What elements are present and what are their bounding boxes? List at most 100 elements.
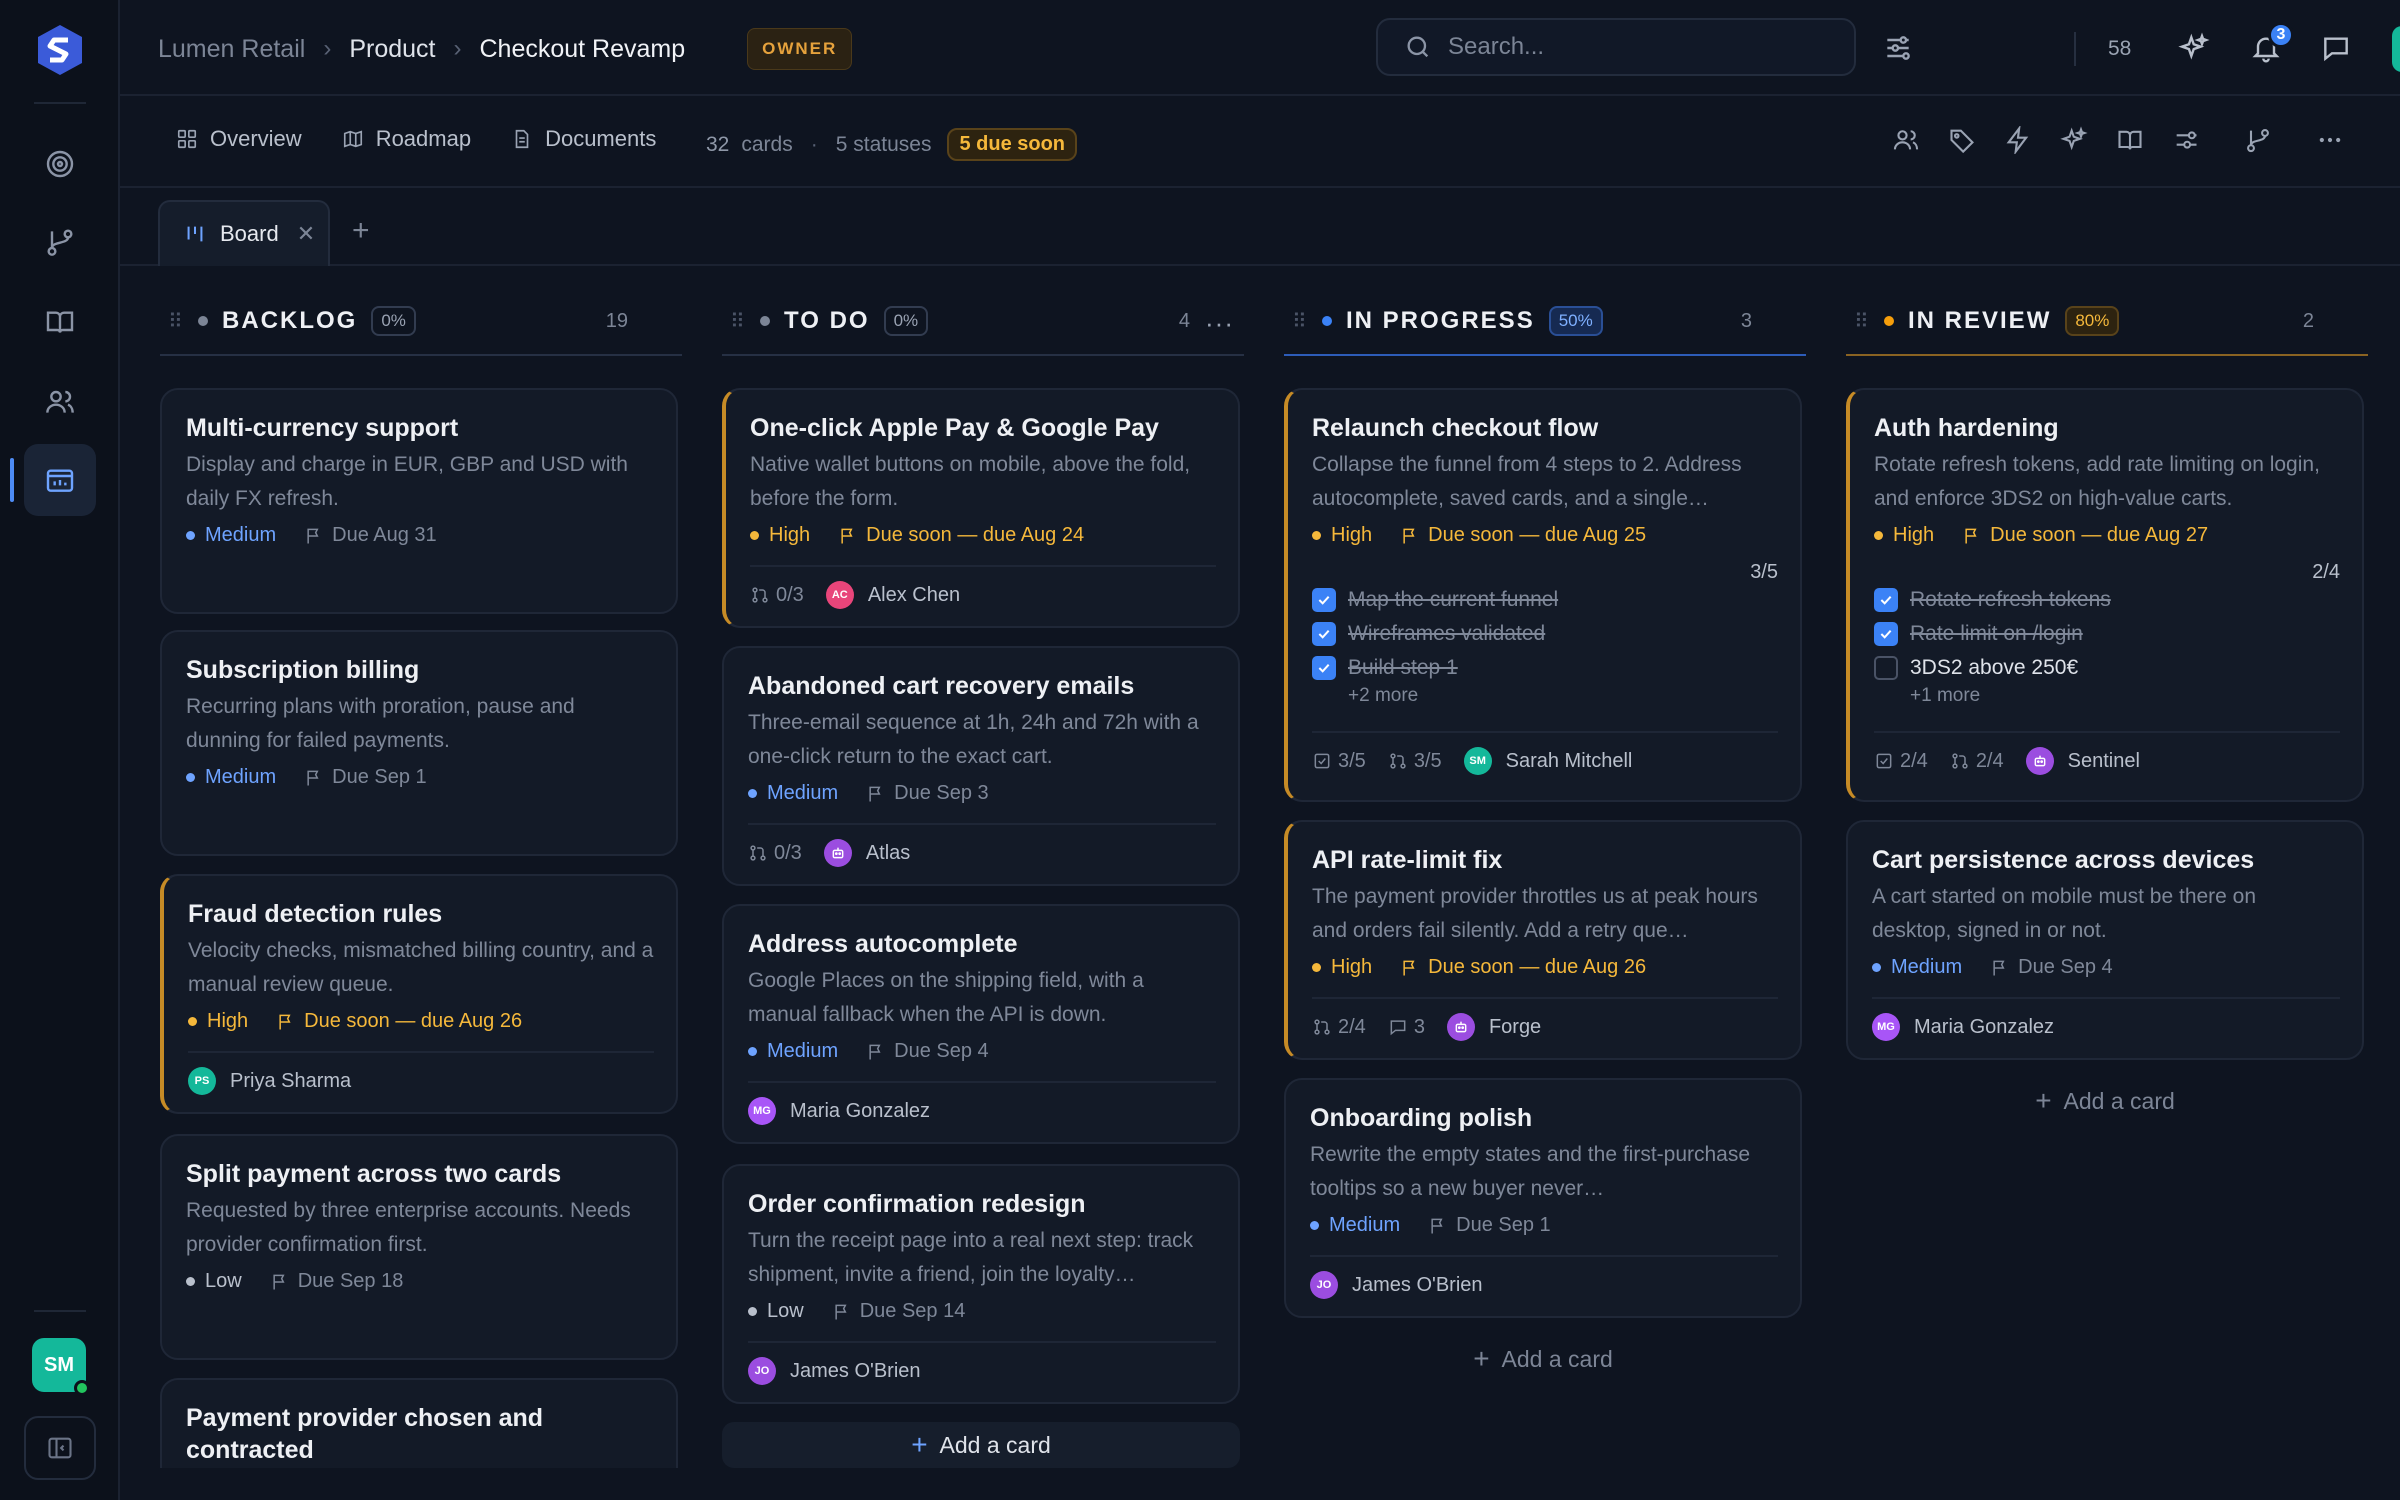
column-header[interactable]: ⠿ TO DO 0% 4 ···	[722, 288, 1244, 356]
rail-item-docs[interactable]	[24, 286, 96, 358]
wiki-button[interactable]	[2116, 126, 2146, 156]
priority-label: Medium	[1329, 1214, 1401, 1236]
nav-roadmap[interactable]: Roadmap	[342, 126, 471, 152]
column-more-icon[interactable]: ···	[1205, 308, 1234, 339]
card[interactable]: Multi-currency support Display and charg…	[160, 388, 678, 614]
notifications-button[interactable]: 3	[2248, 22, 2294, 66]
priority-dot	[748, 1307, 757, 1316]
integrations-button[interactable]	[2244, 126, 2274, 156]
add-card-button[interactable]: + Add a card	[722, 1422, 1240, 1468]
plus-icon: +	[911, 1429, 928, 1460]
checklist-more-link[interactable]: +2 more	[1348, 685, 1778, 713]
rail-item-goals[interactable]	[24, 128, 96, 200]
user-avatar[interactable]: SM	[2392, 26, 2400, 72]
card[interactable]: API rate-limit fix The payment provider …	[1284, 820, 1802, 1060]
more-options-button[interactable]	[2316, 126, 2346, 156]
drag-handle-icon[interactable]: ⠿	[1292, 309, 1310, 334]
checklist-item[interactable]: 3DS2 above 250€	[1874, 651, 2340, 685]
checklist: 3/5 Map the current funnel Wireframes va…	[1312, 561, 1778, 713]
messages-button[interactable]	[2318, 30, 2354, 66]
labels-button[interactable]	[1948, 126, 1978, 156]
breadcrumb-project[interactable]: Checkout Revamp	[479, 35, 685, 64]
search-input[interactable]	[1448, 33, 1828, 61]
card[interactable]: Split payment across two cards Requested…	[160, 1134, 678, 1360]
rail-item-people[interactable]	[24, 366, 96, 438]
members-button[interactable]	[1892, 126, 1922, 156]
nav-overview[interactable]: Overview	[176, 126, 302, 152]
checklist-item[interactable]: Rotate refresh tokens	[1874, 583, 2340, 617]
nav-documents[interactable]: Documents	[511, 126, 656, 152]
card-meta: Low Due Sep 18	[186, 1270, 654, 1293]
breadcrumb-workspace[interactable]: Lumen Retail	[158, 35, 305, 64]
add-card-button[interactable]: + Add a card	[1846, 1078, 2364, 1124]
add-view-button[interactable]: +	[352, 214, 370, 248]
ai-button[interactable]	[2060, 126, 2090, 156]
breadcrumb-product[interactable]: Product	[349, 35, 435, 64]
card[interactable]: Address autocomplete Google Places on th…	[722, 904, 1240, 1144]
board-summary: 32 cards · 5 statuses 5 due soon	[706, 128, 1078, 161]
checkbox-checked-icon[interactable]	[1874, 588, 1898, 612]
checklist-item[interactable]: Build step 1	[1312, 651, 1778, 685]
checklist-item[interactable]: Map the current funnel	[1312, 583, 1778, 617]
due-soon-badge[interactable]: 5 due soon	[947, 128, 1078, 161]
column-backlog: ⠿ BACKLOG 0% 19 Multi-currency support D…	[160, 288, 682, 1468]
toolbar-divider	[2074, 32, 2076, 66]
card-footer: MG Maria Gonzalez	[748, 1081, 1216, 1139]
add-card-button[interactable]: + Add a card	[1284, 1336, 1802, 1382]
robot-icon	[2034, 755, 2046, 767]
sliders-icon	[1887, 36, 1910, 60]
assignee-name: James O'Brien	[1352, 1273, 1483, 1296]
checklist-item[interactable]: Rate limit on /login	[1874, 617, 2340, 651]
card[interactable]: Payment provider chosen and contracted	[160, 1378, 678, 1468]
card-description: Rotate refresh tokens, add rate limiting…	[1874, 453, 2320, 510]
checkbox-checked-icon[interactable]	[1874, 622, 1898, 646]
filters-button[interactable]	[1880, 30, 1916, 66]
column-card-count: 2	[2302, 309, 2314, 332]
rail-user-avatar[interactable]: SM	[32, 1338, 90, 1396]
rail-item-branches[interactable]	[24, 206, 96, 278]
assignee-name: Maria Gonzalez	[790, 1099, 931, 1122]
card[interactable]: Onboarding polish Rewrite the empty stat…	[1284, 1078, 1802, 1318]
column-header[interactable]: ⠿ IN REVIEW 80% 2	[1846, 288, 2368, 356]
priority-label: High	[1893, 524, 1935, 546]
card[interactable]: Relaunch checkout flow Collapse the funn…	[1284, 388, 1802, 802]
view-settings-button[interactable]	[2172, 126, 2202, 156]
checkbox-checked-icon[interactable]	[1312, 622, 1336, 646]
tasks-stat: 2/4	[1874, 750, 1928, 773]
left-rail: SM	[0, 0, 120, 1500]
tab-board[interactable]: Board ✕	[158, 200, 330, 266]
column-header[interactable]: ⠿ IN PROGRESS 50% 3	[1284, 288, 1806, 356]
close-icon[interactable]: ✕	[297, 221, 315, 247]
sidebar-collapse-button[interactable]	[24, 1416, 96, 1480]
drag-handle-icon[interactable]: ⠿	[1854, 309, 1872, 334]
cards-count: 32	[706, 132, 730, 156]
card[interactable]: Order confirmation redesign Turn the rec…	[722, 1164, 1240, 1404]
card-meta: Medium Due Sep 3	[748, 782, 1216, 805]
card[interactable]: Auth hardening Rotate refresh tokens, ad…	[1846, 388, 2364, 802]
card[interactable]: Cart persistence across devices A cart s…	[1846, 820, 2364, 1060]
due-label: Due Sep 18	[297, 1270, 404, 1292]
card[interactable]: Fraud detection rules Velocity checks, m…	[160, 874, 678, 1114]
drag-handle-icon[interactable]: ⠿	[168, 309, 186, 334]
card[interactable]: Subscription billing Recurring plans wit…	[160, 630, 678, 856]
rail-item-board[interactable]	[10, 444, 96, 516]
checkbox-checked-icon[interactable]	[1312, 588, 1336, 612]
lumen-logo-icon[interactable]	[32, 22, 88, 78]
checkbox-unchecked-icon[interactable]	[1874, 656, 1898, 680]
column-header[interactable]: ⠿ BACKLOG 0% 19	[160, 288, 682, 356]
pr-count: 0/3	[776, 583, 804, 606]
drag-handle-icon[interactable]: ⠿	[730, 309, 748, 334]
status-dot	[760, 316, 770, 326]
card-footer: PS Priya Sharma	[188, 1051, 654, 1109]
card[interactable]: One-click Apple Pay & Google Pay Native …	[722, 388, 1240, 628]
checklist-progress: 2/4	[2312, 561, 2340, 583]
checkbox-checked-icon[interactable]	[1312, 656, 1336, 680]
card[interactable]: Abandoned cart recovery emails Three-ema…	[722, 646, 1240, 886]
automations-button[interactable]	[2004, 124, 2034, 156]
checklist-more-link[interactable]: +1 more	[1910, 685, 2340, 713]
ai-assistant-button[interactable]	[2176, 30, 2212, 66]
column-card-count: 4	[1178, 309, 1190, 332]
search-box[interactable]	[1376, 18, 1856, 76]
sidebar-toggle-icon	[48, 1437, 72, 1459]
checklist-item[interactable]: Wireframes validated	[1312, 617, 1778, 651]
